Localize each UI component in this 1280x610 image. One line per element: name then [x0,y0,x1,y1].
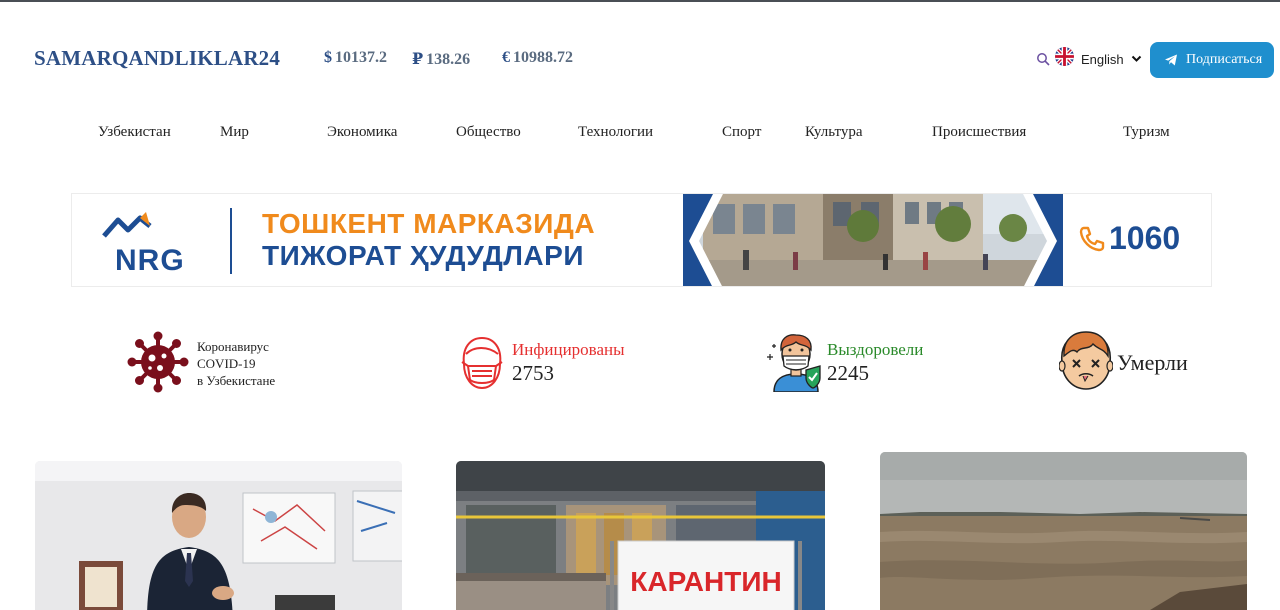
top-border [0,0,1280,2]
news-card-image [880,452,1247,610]
dead-face-icon [1059,331,1113,390]
recovered-value: 2245 [827,361,869,385]
banner-building-photo [683,194,1063,286]
covid-title-line2: COVID-19 [197,356,256,371]
currency-rates: $10137.2 ₽138.26 €10988.72 [324,49,592,69]
rate-rub-symbol: ₽ [412,51,424,68]
nav-item-world[interactable]: Мир [220,124,249,141]
covid-stats: Коронавирус COVID-19 в Узбекистане Инфиц… [0,328,1280,398]
chevron-down-icon[interactable] [1131,55,1142,63]
rate-rub: ₽138.26 [412,49,502,69]
rate-usd-value: 10137.2 [335,49,387,66]
nav-item-technology[interactable]: Технологии [578,124,653,141]
language-select[interactable]: English [1081,52,1124,67]
banner-divider [230,208,232,274]
subscribe-button[interactable]: Подписаться [1150,42,1274,78]
nav-item-tourism[interactable]: Туризм [1123,124,1170,141]
masked-face-icon [461,336,503,390]
rate-usd-symbol: $ [324,49,332,66]
rate-eur-symbol: € [502,49,510,66]
nav-item-society[interactable]: Общество [456,124,521,141]
banner-brand: NRG [115,244,185,277]
covid-title-line1: Коронавирус [197,339,269,354]
virus-icon [127,331,189,393]
search-icon[interactable] [1036,52,1050,66]
ad-banner[interactable]: NRG ТОШКЕНТ МАРКАЗИДА ТИЖОРАТ ҲУДУДЛАРИ [71,193,1212,287]
recovered-person-icon [767,334,821,392]
main-nav: Узбекистан Мир Экономика Общество Технол… [0,124,1280,144]
nav-item-sport[interactable]: Спорт [722,124,761,141]
rate-eur: €10988.72 [502,49,592,69]
nav-item-uzbekistan[interactable]: Узбекистан [98,124,171,141]
banner-headline-1: ТОШКЕНТ МАРКАЗИДА [262,208,596,239]
phone-icon [1079,226,1105,251]
infected-label: Инфицированы [512,340,625,359]
quarantine-sign-text: КАРАНТИН [630,566,781,597]
rate-eur-value: 10988.72 [513,49,573,66]
news-card[interactable] [35,461,402,610]
recovered-label: Выздоровели [827,340,924,359]
infected-value: 2753 [512,361,554,385]
telegram-icon [1165,54,1177,66]
covid-title-line3: в Узбекистане [197,373,276,388]
dead-label: Умерли [1117,350,1188,375]
nav-item-economy[interactable]: Экономика [327,124,397,141]
banner-headline-2: ТИЖОРАТ ҲУДУДЛАРИ [262,240,584,271]
site-header: SAMARQANDLIKLAR24 $10137.2 ₽138.26 €1098… [0,30,1280,90]
subscribe-label: Подписаться [1186,52,1263,67]
site-logo[interactable]: SAMARQANDLIKLAR24 [34,46,280,71]
rate-usd: $10137.2 [324,49,412,69]
news-card[interactable] [880,452,1247,610]
rate-rub-value: 138.26 [426,51,471,68]
banner-phone-number: 1060 [1109,220,1181,256]
news-card-image [35,461,402,610]
nav-item-culture[interactable]: Культура [805,124,863,141]
news-card-image: КАРАНТИН [456,461,825,610]
covid-title: Коронавирус COVID-19 в Узбекистане [197,338,275,389]
uk-flag-icon [1055,47,1074,66]
nav-item-incidents[interactable]: Происшествия [932,124,1026,141]
banner-phone: 1060 [1077,220,1180,257]
news-card[interactable]: КАРАНТИН [456,461,825,610]
